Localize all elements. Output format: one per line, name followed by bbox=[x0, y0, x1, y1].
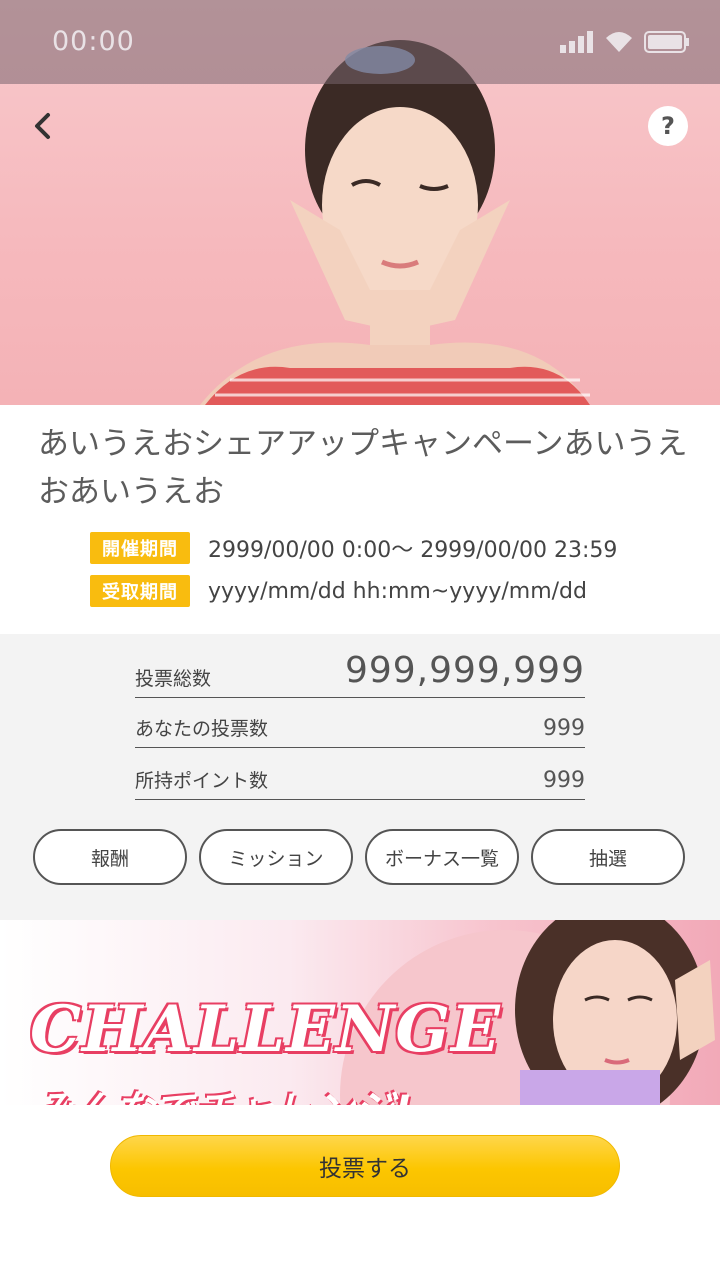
status-time: 00:00 bbox=[52, 26, 135, 57]
challenge-banner[interactable]: CHALLENGE みんなでチャレンジ! bbox=[0, 920, 720, 1105]
wifi-icon bbox=[606, 32, 632, 52]
my-votes-label: あなたの投票数 bbox=[135, 718, 269, 740]
tab-rewards[interactable]: 報酬 bbox=[33, 829, 187, 885]
tab-lottery[interactable]: 抽選 bbox=[531, 829, 685, 885]
my-votes-row: あなたの投票数 999 bbox=[135, 710, 585, 748]
my-votes-value: 999 bbox=[543, 716, 585, 741]
battery-icon bbox=[644, 31, 689, 53]
back-button[interactable] bbox=[22, 106, 62, 146]
event-period-badge: 開催期間 bbox=[90, 532, 190, 564]
total-votes-row: 投票総数 999,999,999 bbox=[135, 650, 585, 698]
status-icons bbox=[560, 30, 690, 54]
vote-button[interactable]: 投票する bbox=[110, 1135, 620, 1197]
campaign-title: あいうえおシェアアップキャンペーンあいうえおあいうえお bbox=[38, 426, 688, 510]
stats-panel: 投票総数 999,999,999 あなたの投票数 999 所持ポイント数 999… bbox=[0, 634, 720, 920]
signal-icon bbox=[560, 31, 593, 53]
hero-image: 00:00 ? bbox=[0, 0, 720, 405]
points-value: 999 bbox=[543, 768, 585, 793]
total-votes-value: 999,999,999 bbox=[344, 650, 585, 691]
points-row: 所持ポイント数 999 bbox=[135, 762, 585, 800]
event-period-value: 2999/00/00 0:00～ 2999/00/00 23:59 bbox=[208, 538, 618, 563]
event-period-row: 開催期間 2999/00/00 0:00～ 2999/00/00 23:59 bbox=[90, 532, 617, 564]
points-label: 所持ポイント数 bbox=[135, 770, 269, 792]
tab-missions[interactable]: ミッション bbox=[199, 829, 353, 885]
chevron-left-icon bbox=[35, 113, 50, 139]
banner-subtitle: みんなでチャレンジ! bbox=[34, 1078, 412, 1105]
status-bar: 00:00 bbox=[0, 0, 720, 84]
receive-period-value: yyyy/mm/dd hh:mm~yyyy/mm/dd bbox=[208, 578, 587, 604]
tab-bonus-list[interactable]: ボーナス一覧 bbox=[365, 829, 519, 885]
total-votes-label: 投票総数 bbox=[135, 668, 212, 690]
help-button[interactable]: ? bbox=[648, 106, 688, 146]
banner-title: CHALLENGE bbox=[30, 992, 501, 1067]
receive-period-row: 受取期間 yyyy/mm/dd hh:mm~yyyy/mm/dd bbox=[90, 575, 587, 607]
receive-period-badge: 受取期間 bbox=[90, 575, 190, 607]
bottom-bar: 投票する bbox=[0, 1105, 720, 1280]
